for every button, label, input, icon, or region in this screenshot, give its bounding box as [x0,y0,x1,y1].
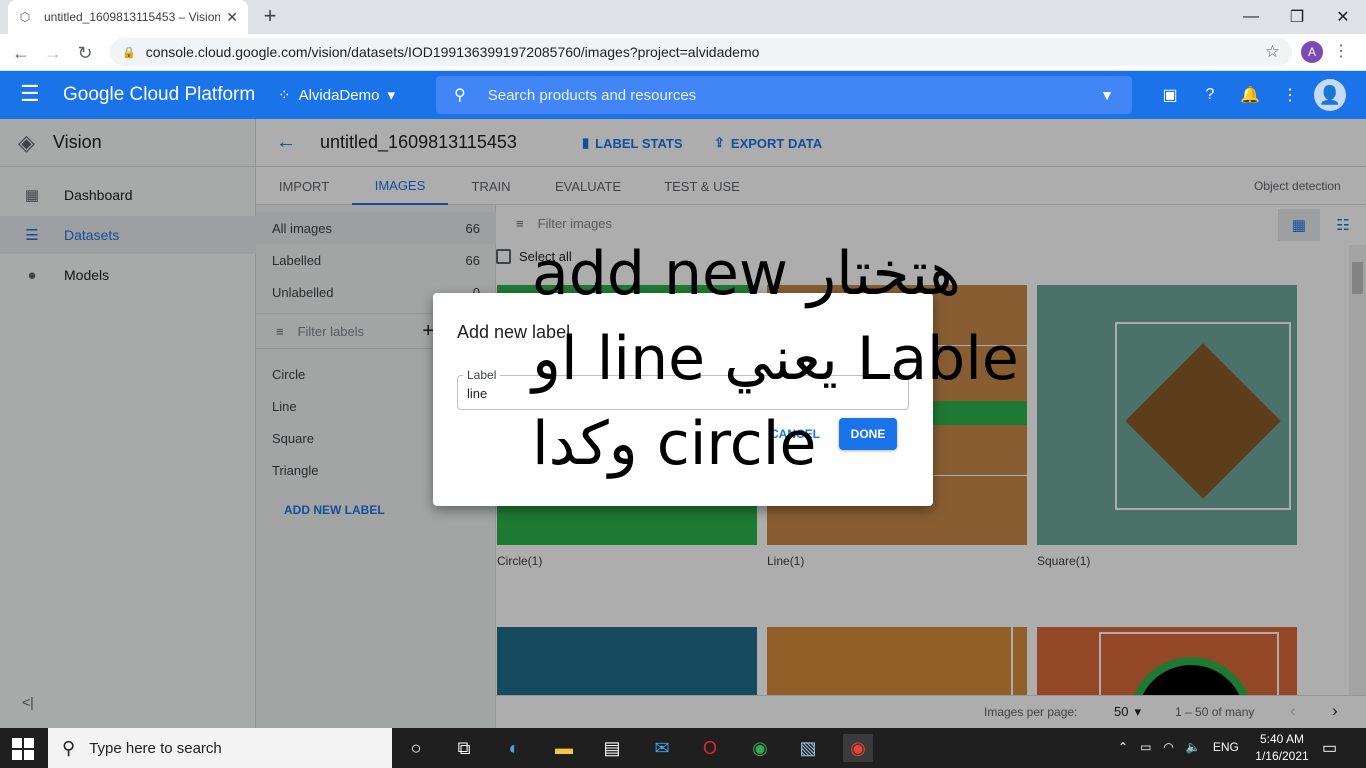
browser-tab-title: untitled_1609813115453 – Vision [44,10,221,24]
opera-icon[interactable]: O [695,734,725,762]
bookmark-star-icon[interactable]: ☆ [1265,42,1280,62]
chevron-up-icon[interactable]: ⌃ [1118,740,1128,754]
system-tray: ⌃ ▭ ◠ 🔈 ENG [1118,740,1239,754]
language-indicator[interactable]: ENG [1213,740,1239,754]
hamburger-menu-icon[interactable]: ☰ [20,83,44,107]
clock-date: 1/16/2021 [1255,749,1309,763]
close-tab-icon[interactable]: ✕ [226,9,238,26]
new-tab-icon[interactable]: + [258,5,282,29]
clock-time: 5:40 AM [1259,732,1305,746]
image-app-icon[interactable]: ▧ [793,734,823,762]
minimize-icon[interactable]: — [1228,0,1274,34]
reload-icon[interactable]: ↻ [74,42,96,64]
cortana-icon[interactable]: ○ [401,734,431,762]
wifi-icon[interactable]: ◠ [1163,740,1173,754]
address-bar[interactable]: 🔒 console.cloud.google.com/vision/datase… [110,38,1292,66]
close-window-icon[interactable]: ✕ [1320,0,1366,34]
chrome-menu-icon[interactable]: ⋮ [1333,41,1349,63]
done-button[interactable]: DONE [839,418,897,450]
browser-tab[interactable]: ⬡ untitled_1609813115453 – Vision ✕ [8,0,248,34]
more-vert-icon[interactable]: ⋮ [1279,84,1301,106]
taskbar-search-input[interactable]: ⚲ Type here to search [48,728,392,768]
annotation-line-1: add new هتختار [532,239,961,309]
cloud-shell-icon[interactable]: ▣ [1159,84,1181,106]
vision-favicon-icon: ⬡ [19,10,31,24]
project-dots-icon: ⁘ [278,87,291,104]
url-text: console.cloud.google.com/vision/datasets… [145,44,760,60]
mail-icon[interactable]: ✉ [647,734,677,762]
volume-icon[interactable]: 🔈 [1186,740,1201,754]
notifications-bell-icon[interactable]: 🔔 [1239,84,1261,106]
label-input-caption: Label [463,368,501,382]
help-icon[interactable]: ? [1199,84,1221,106]
store-icon[interactable]: ▤ [597,734,627,762]
search-expand-icon[interactable]: ▼ [1100,87,1114,103]
search-placeholder: Search products and resources [487,86,697,104]
search-icon: ⚲ [454,87,466,104]
lock-icon: 🔒 [122,46,136,59]
gcp-brand[interactable]: Google Cloud Platform [63,84,255,106]
account-avatar-icon[interactable]: 👤 [1314,79,1346,111]
meet-icon[interactable]: ▭ [1140,740,1151,754]
annotation-line-2: او line يعني Lable [532,324,1019,394]
project-selector[interactable]: ⁘ AlvidaDemo ▾ [278,86,395,105]
notifications-icon[interactable]: ▭ [1322,738,1337,758]
clock[interactable]: 5:40 AM 1/16/2021 [1252,731,1312,765]
profile-avatar[interactable]: A [1301,41,1323,63]
chevron-down-icon: ▾ [387,87,395,104]
restore-icon[interactable]: ❐ [1274,0,1320,34]
file-explorer-icon[interactable]: ▬ [549,734,579,762]
chrome-profile-icon[interactable]: ◉ [843,734,873,762]
project-name: AlvidaDemo [298,86,380,104]
taskbar-search-placeholder: Type here to search [89,739,222,757]
chrome-icon[interactable]: ◉ [745,734,775,762]
label-input-value: line [467,386,488,401]
search-icon: ⚲ [62,737,76,758]
search-input[interactable]: ⚲ Search products and resources ▼ [436,76,1132,114]
windows-start-icon[interactable] [12,738,34,760]
annotation-line-3: وكدا circle [532,409,817,479]
forward-arrow-icon[interactable]: → [42,42,64,64]
task-view-icon[interactable]: ⧉ [449,734,479,762]
edge-icon[interactable]: ◐ [499,734,529,762]
back-arrow-icon[interactable]: ← [10,42,32,64]
